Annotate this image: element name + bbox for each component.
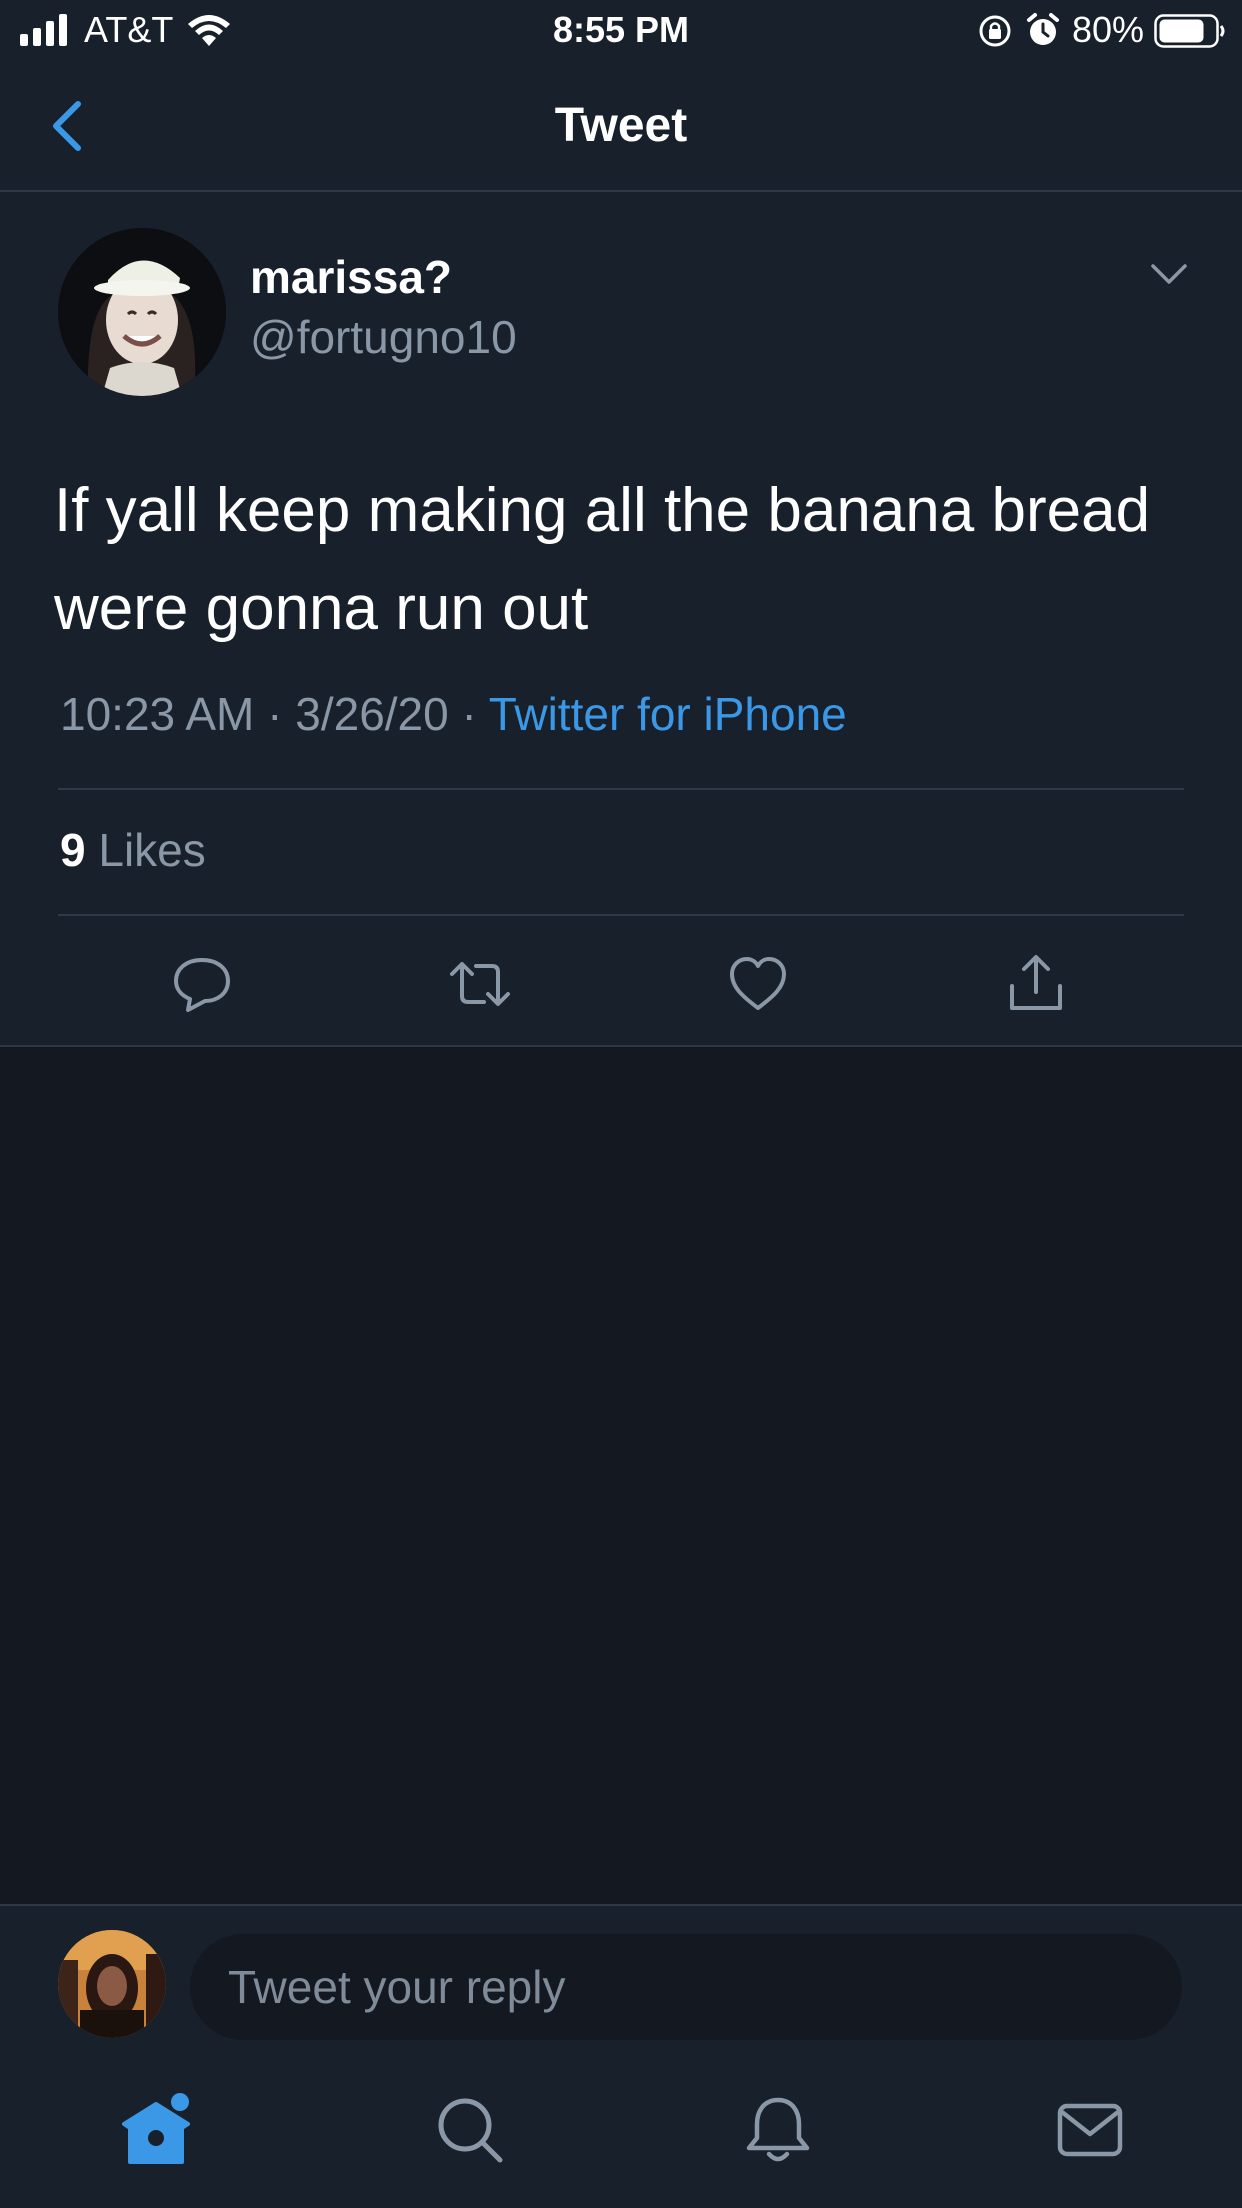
chevron-down-icon[interactable]	[1150, 262, 1188, 286]
heart-icon[interactable]	[726, 952, 790, 1016]
alarm-icon	[1027, 13, 1059, 45]
my-avatar-photo	[58, 1930, 166, 2038]
notifications-icon[interactable]	[740, 2092, 816, 2168]
tweet-detail-screen: AT&T 8:55 PM 80% Tweet marissa? @fortugn…	[0, 0, 1242, 2208]
divider	[58, 788, 1184, 790]
retweet-icon[interactable]	[448, 952, 512, 1016]
meta-separator: ·	[267, 688, 283, 740]
tweet-source-link[interactable]: Twitter for iPhone	[489, 688, 847, 740]
messages-icon[interactable]	[1052, 2092, 1128, 2168]
search-icon[interactable]	[432, 2092, 508, 2168]
divider	[58, 914, 1184, 916]
page-title: Tweet	[554, 99, 688, 152]
tweet-date: 3/26/20	[295, 688, 449, 740]
tweet-card: marissa? @fortugno10 If yall keep making…	[0, 192, 1242, 1047]
likes-count: 9	[60, 824, 86, 876]
battery-percentage: 80%	[1072, 9, 1145, 50]
status-bar: AT&T 8:55 PM 80%	[0, 0, 1242, 62]
home-icon[interactable]	[118, 2092, 194, 2168]
meta-separator: ·	[461, 688, 477, 740]
likes-label: Likes	[98, 824, 206, 876]
reply-composer	[0, 1904, 1242, 2048]
tweet-time: 10:23 AM	[60, 688, 255, 740]
my-avatar[interactable]	[58, 1930, 166, 2038]
share-icon[interactable]	[1004, 952, 1068, 1016]
reply-icon[interactable]	[170, 952, 234, 1016]
tab-bar	[0, 2048, 1242, 2208]
author-avatar[interactable]	[58, 228, 226, 396]
battery-icon	[1154, 14, 1225, 48]
reply-input[interactable]	[190, 1934, 1182, 2040]
tweet-metadata: 10:23 AM · 3/26/20 · Twitter for iPhone	[60, 686, 847, 742]
likes-summary[interactable]: 9 Likes	[60, 822, 206, 878]
avatar-photo	[58, 228, 226, 396]
tweet-body: If yall keep making all the banana bread…	[54, 476, 1151, 643]
navigation-bar: Tweet	[0, 62, 1242, 192]
author-display-name[interactable]: marissa?	[250, 250, 452, 304]
rotation-lock-icon	[979, 15, 1011, 47]
author-handle[interactable]: @fortugno10	[250, 310, 517, 364]
